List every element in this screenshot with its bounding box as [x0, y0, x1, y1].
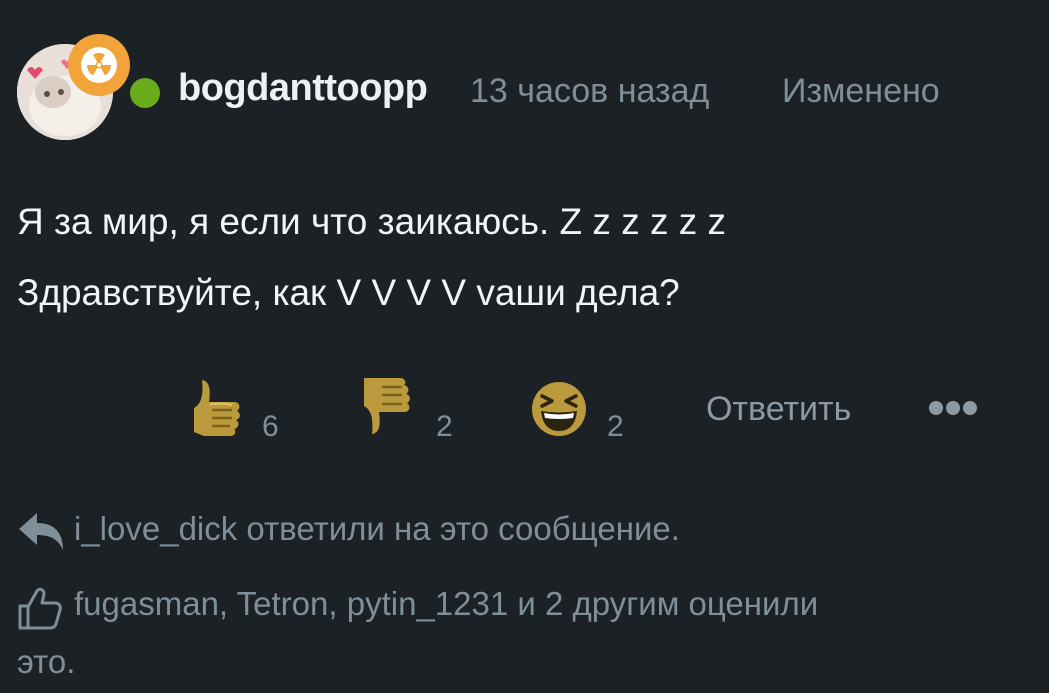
thumbs-down-icon	[364, 378, 410, 434]
laughing-emoji-icon	[532, 382, 586, 436]
online-status-dot	[130, 78, 160, 108]
likes-notification-continued: это.	[17, 643, 76, 680]
dislike-button[interactable]	[360, 378, 416, 439]
message-line-1: Я за мир, я если что заикаюсь. Z z z z z…	[17, 201, 727, 242]
post-time[interactable]: 13 часов назад	[470, 72, 709, 111]
reply-notification[interactable]: i_love_dick ответили на это сообщение.	[74, 510, 680, 548]
dislike-count: 2	[436, 410, 453, 443]
edited-label: Изменено	[782, 72, 940, 110]
thumbs-up-icon	[194, 380, 240, 436]
reply-arrow-icon	[17, 510, 65, 552]
message-line-2: Здравствуйте, как V V V V vаши дела?	[17, 272, 680, 313]
like-count: 6	[262, 410, 279, 443]
radiation-icon	[81, 47, 117, 83]
radiation-badge	[68, 34, 130, 96]
username[interactable]: bogdanttoopp	[178, 67, 428, 110]
like-outline-icon	[17, 585, 63, 631]
like-button[interactable]	[190, 380, 246, 441]
laugh-count: 2	[607, 410, 624, 443]
more-options-button[interactable]	[928, 398, 978, 418]
likes-notification[interactable]: fugasman, Tetron, pytin_1231 и 2 другим …	[74, 585, 818, 623]
laugh-reaction-button[interactable]	[531, 381, 587, 442]
reply-button[interactable]: Ответить	[706, 390, 851, 429]
more-dots-icon	[929, 401, 977, 415]
